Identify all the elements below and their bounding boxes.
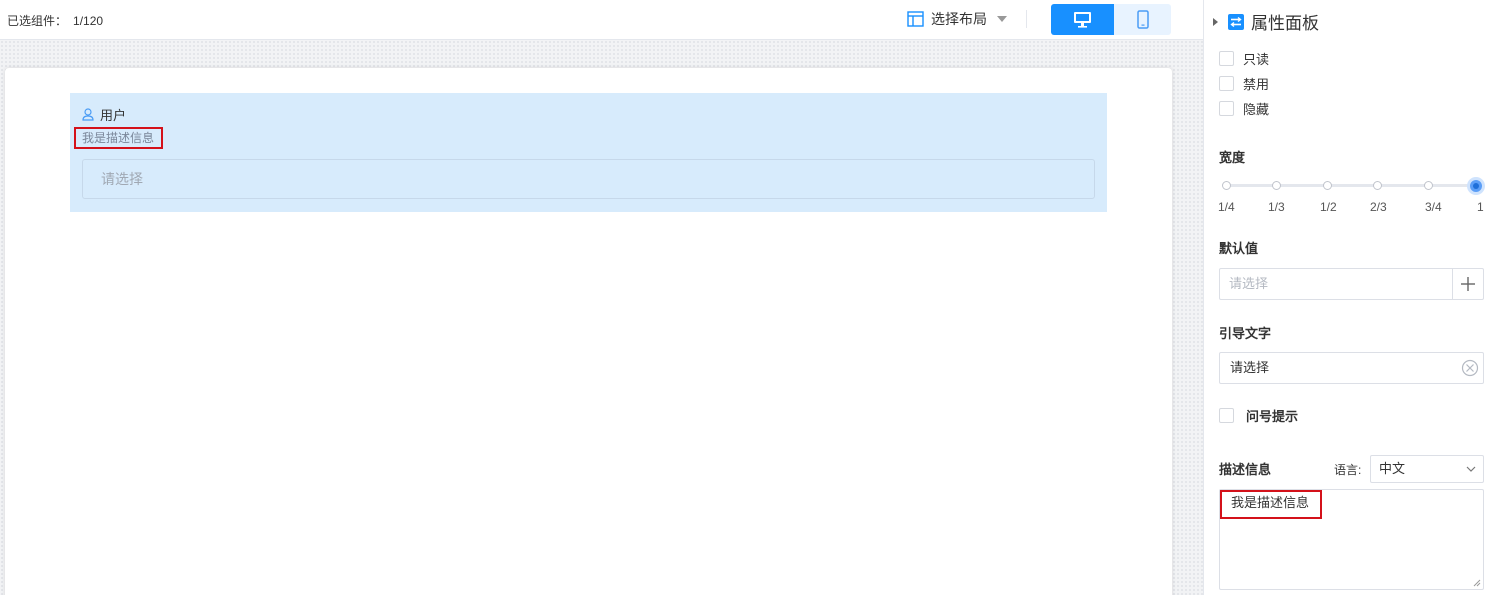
guide-text-value: 请选择 bbox=[1230, 360, 1270, 375]
desktop-view-button[interactable] bbox=[1051, 4, 1114, 35]
property-panel: 属性面板 只读 禁用 隐藏 宽度 1/4 1/3 1/2 2/3 3/4 1 默… bbox=[1204, 0, 1489, 595]
field-label: 用户 bbox=[82, 105, 126, 124]
editor-area: 已选组件： 1/120 选择布局 用户 我是描述信息 请选择 bbox=[0, 0, 1203, 595]
mobile-view-button[interactable] bbox=[1114, 4, 1171, 35]
guide-text-title: 引导文字 bbox=[1219, 326, 1272, 341]
panel-header[interactable]: 属性面板 bbox=[1213, 9, 1319, 34]
description-title: 描述信息 bbox=[1219, 462, 1272, 477]
width-section-title: 宽度 bbox=[1219, 150, 1246, 165]
monitor-icon bbox=[1074, 12, 1091, 28]
checkbox-label: 禁用 bbox=[1243, 77, 1270, 92]
form-canvas: 用户 我是描述信息 请选择 bbox=[5, 68, 1172, 595]
plus-icon bbox=[1461, 277, 1475, 291]
editor-toolbar: 已选组件： 1/120 选择布局 bbox=[0, 0, 1203, 40]
default-value-placeholder: 请选择 bbox=[1229, 276, 1269, 291]
hidden-checkbox[interactable]: 隐藏 bbox=[1219, 99, 1269, 118]
toolbar-divider bbox=[1026, 10, 1027, 28]
slider-stop[interactable] bbox=[1323, 181, 1332, 190]
slider-stop[interactable] bbox=[1222, 181, 1231, 190]
default-value-title: 默认值 bbox=[1219, 241, 1259, 256]
slider-stop[interactable] bbox=[1272, 181, 1281, 190]
language-select[interactable]: 中文 bbox=[1370, 455, 1484, 483]
form-designer: 已选组件： 1/120 选择布局 用户 我是描述信息 请选择 属性面板 只读 禁… bbox=[0, 0, 1489, 595]
readonly-checkbox[interactable]: 只读 bbox=[1219, 49, 1269, 68]
user-icon bbox=[82, 108, 94, 121]
layout-select-label: 选择布局 bbox=[931, 11, 987, 27]
checkbox-box[interactable] bbox=[1219, 51, 1234, 66]
disabled-checkbox[interactable]: 禁用 bbox=[1219, 74, 1269, 93]
caret-down-icon bbox=[997, 16, 1007, 22]
slider-tick-label: 3/4 bbox=[1425, 200, 1442, 214]
language-label: 语言: bbox=[1334, 463, 1362, 477]
slider-stop[interactable] bbox=[1373, 181, 1382, 190]
slider-tick-label: 1/4 bbox=[1218, 200, 1235, 214]
selected-count-label: 已选组件： bbox=[7, 14, 68, 28]
checkbox-box[interactable] bbox=[1219, 408, 1234, 423]
slider-tick-label: 2/3 bbox=[1370, 200, 1387, 214]
layout-icon bbox=[907, 11, 924, 27]
slider-track bbox=[1226, 184, 1478, 187]
selected-count: 已选组件： 1/120 bbox=[7, 12, 103, 29]
add-default-button[interactable] bbox=[1452, 269, 1483, 299]
checkbox-label: 问号提示 bbox=[1246, 409, 1299, 424]
field-select-input[interactable]: 请选择 bbox=[82, 159, 1095, 199]
chevron-down-icon bbox=[1466, 466, 1476, 472]
description-value: 我是描述信息 bbox=[1220, 490, 1322, 519]
field-description: 我是描述信息 bbox=[74, 127, 163, 149]
default-value-input[interactable]: 请选择 bbox=[1219, 268, 1484, 300]
user-field-block[interactable]: 用户 我是描述信息 请选择 bbox=[70, 93, 1107, 212]
slider-stop[interactable] bbox=[1424, 181, 1433, 190]
slider-tick-label: 1/3 bbox=[1268, 200, 1285, 214]
language-value: 中文 bbox=[1379, 461, 1406, 476]
slider-tick-label: 1/2 bbox=[1320, 200, 1337, 214]
checkbox-box[interactable] bbox=[1219, 101, 1234, 116]
mobile-icon bbox=[1136, 10, 1149, 29]
properties-icon bbox=[1228, 13, 1244, 30]
field-label-text: 用户 bbox=[100, 108, 127, 123]
checkbox-label: 只读 bbox=[1243, 52, 1270, 67]
resize-handle-icon[interactable] bbox=[1473, 579, 1481, 587]
panel-title: 属性面板 bbox=[1251, 14, 1319, 33]
checkbox-box[interactable] bbox=[1219, 76, 1234, 91]
checkbox-label: 隐藏 bbox=[1243, 102, 1270, 117]
description-textarea[interactable]: 我是描述信息 bbox=[1219, 489, 1484, 590]
guide-text-input[interactable]: 请选择 bbox=[1219, 352, 1484, 384]
slider-tick-label: 1 bbox=[1477, 200, 1484, 214]
width-slider[interactable] bbox=[1222, 177, 1485, 195]
layout-select[interactable]: 选择布局 bbox=[907, 9, 1007, 29]
slider-handle[interactable] bbox=[1467, 177, 1485, 195]
clear-icon[interactable] bbox=[1461, 359, 1479, 377]
collapse-arrow-icon bbox=[1213, 17, 1218, 26]
selected-count-value: 1/120 bbox=[73, 14, 104, 28]
question-tip-checkbox[interactable]: 问号提示 bbox=[1219, 406, 1298, 425]
